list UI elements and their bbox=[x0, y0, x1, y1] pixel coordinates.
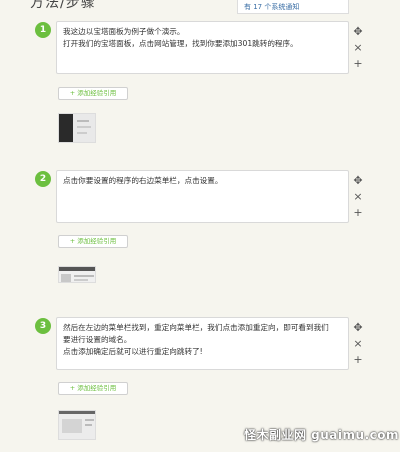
step-text-line: 点击你要设置的程序的右边菜单栏，点击设置。 bbox=[63, 176, 223, 185]
step-number-badge: 1 bbox=[35, 22, 51, 38]
delete-step-icon[interactable]: × bbox=[353, 191, 363, 202]
step-text-line: 然后在左边的菜单栏找到，重定向菜单栏，我们点击添加重定向，即可看到我们 bbox=[63, 323, 329, 332]
add-reference-button[interactable]: + 添加经验引用 bbox=[58, 235, 128, 248]
move-handle-icon[interactable]: ✥ bbox=[353, 26, 363, 37]
step-text-line: 要进行设置的域名。 bbox=[63, 335, 132, 344]
step-text-line: 我这边以宝塔面板为例子做个演示。 bbox=[63, 27, 185, 36]
step-text-line: 点击添加确定后就可以进行重定向跳转了! bbox=[63, 347, 203, 356]
step-text-editor[interactable]: 然后在左边的菜单栏找到，重定向菜单栏，我们点击添加重定向，即可看到我们 要进行设… bbox=[56, 317, 349, 370]
move-handle-icon[interactable]: ✥ bbox=[353, 175, 363, 186]
add-step-icon[interactable]: + bbox=[353, 207, 363, 218]
step-image-thumbnail[interactable] bbox=[58, 113, 96, 143]
step-image-thumbnail[interactable] bbox=[58, 266, 96, 283]
step-text-editor[interactable]: 点击你要设置的程序的右边菜单栏，点击设置。 bbox=[56, 170, 349, 223]
section-title: 方法/步骤 bbox=[30, 0, 96, 11]
add-step-icon[interactable]: + bbox=[353, 58, 363, 69]
step-text-line: 打开我们的宝塔面板，点击网站管理，找到你要添加301跳转的程序。 bbox=[63, 39, 298, 48]
add-reference-button[interactable]: + 添加经验引用 bbox=[58, 87, 128, 100]
add-step-icon[interactable]: + bbox=[353, 354, 363, 365]
add-reference-button[interactable]: + 添加经验引用 bbox=[58, 382, 128, 395]
step-text-editor[interactable]: 我这边以宝塔面板为例子做个演示。 打开我们的宝塔面板，点击网站管理，找到你要添加… bbox=[56, 21, 349, 74]
delete-step-icon[interactable]: × bbox=[353, 42, 363, 53]
move-handle-icon[interactable]: ✥ bbox=[353, 322, 363, 333]
step-number-badge: 3 bbox=[35, 318, 51, 334]
notification-bar[interactable]: 有 17 个系统通知 bbox=[237, 0, 349, 14]
delete-step-icon[interactable]: × bbox=[353, 338, 363, 349]
watermark: 怪木副业网 guaimu.com bbox=[244, 428, 399, 442]
step-number-badge: 2 bbox=[35, 171, 51, 187]
step-image-thumbnail[interactable] bbox=[58, 410, 96, 440]
